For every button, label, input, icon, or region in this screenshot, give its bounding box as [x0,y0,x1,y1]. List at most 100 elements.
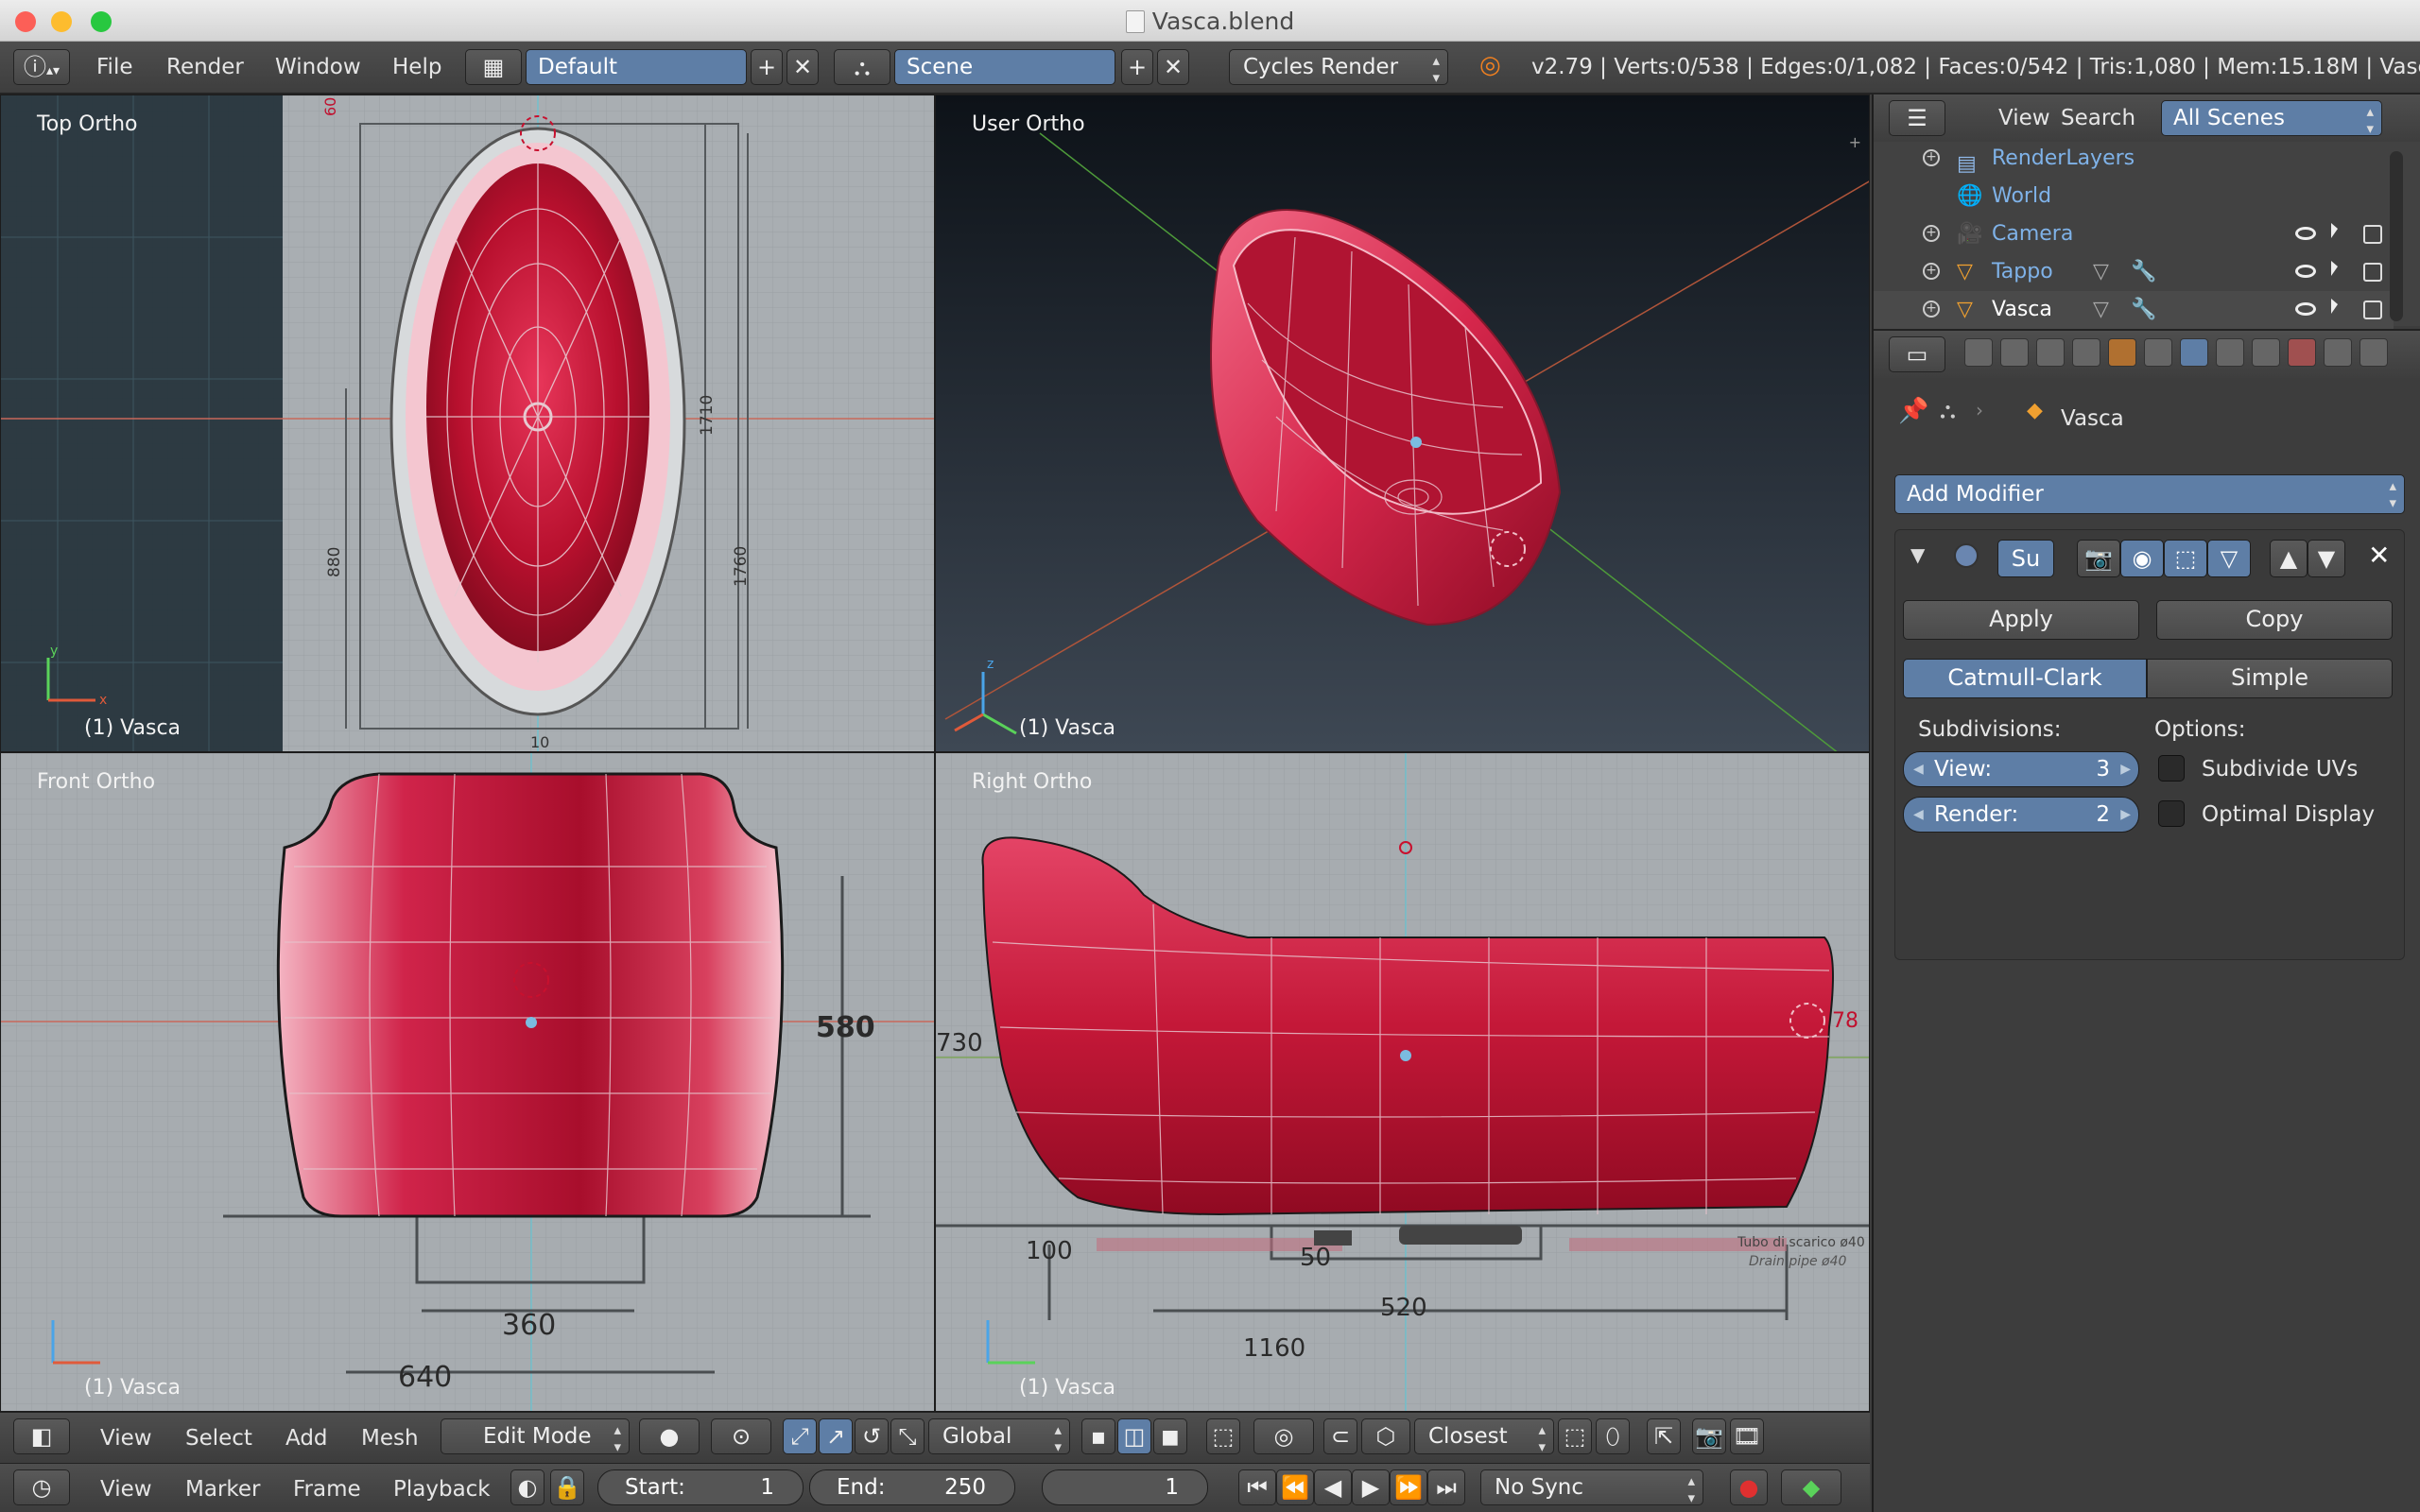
snap-target-dropdown[interactable]: Closest ▴ ▾ [1414,1418,1554,1455]
menu-marker[interactable]: Marker [185,1477,261,1502]
viewport-user-ortho[interactable]: z User Ortho (1) Vasca + [935,94,1870,752]
snap-project-button[interactable]: ⬯ [1596,1418,1630,1454]
copy-modifier-button[interactable]: Copy [2156,600,2393,640]
jump-start-button[interactable]: ⏮ [1238,1469,1276,1505]
move-modifier-down-button[interactable]: ▼ [2308,540,2345,577]
editor-type-timeline-button[interactable]: ◷ [13,1469,70,1505]
modifier-name-field[interactable]: Su [1997,540,2054,577]
expand-icon[interactable]: + [1923,263,1940,280]
expand-icon[interactable]: + [1923,301,1940,318]
material-tab-icon[interactable] [2252,338,2280,367]
vertex-select-button[interactable]: ▪ [1081,1418,1115,1454]
translate-manipulator-button[interactable]: ↗ [819,1418,853,1454]
texture-tab-icon[interactable] [2288,338,2316,367]
rotate-manipulator-button[interactable]: ↺ [855,1418,889,1454]
modifier-viewport-toggle-icon[interactable]: ◉ [2120,540,2164,577]
snap-element-button[interactable]: ⬡ [1361,1418,1410,1454]
expand-icon[interactable]: + [1923,225,1940,242]
pivot-point-button[interactable]: ⊙ [711,1418,771,1454]
editor-type-3dview-button[interactable]: ◧ [13,1418,70,1454]
menu-timeline-view[interactable]: View [100,1477,152,1502]
outliner-item-camera[interactable]: + 🎥 Camera [1874,215,2394,253]
scene-icon-button[interactable]: ⛬ [834,49,890,85]
expand-icon[interactable]: + [1923,149,1940,166]
jump-end-button[interactable]: ⏭ [1427,1469,1465,1505]
optimal-display-checkbox[interactable] [2158,800,2185,827]
editor-type-info-button[interactable]: ⓘ▴▾ [13,49,70,85]
keying-set-button[interactable]: ◆ [1781,1469,1841,1505]
renderable-camera-icon[interactable] [2363,301,2382,319]
play-reverse-button[interactable]: ◀ [1314,1469,1352,1505]
edge-select-button[interactable]: ◫ [1117,1418,1151,1454]
render-layers-tab-icon[interactable] [2000,338,2029,367]
menu-frame[interactable]: Frame [293,1477,361,1502]
render-tab-icon[interactable] [1964,338,1993,367]
layer-toggle-button[interactable]: ⇱ [1647,1418,1681,1454]
viewport-front-ortho[interactable]: 580 360 640 Front Ortho (1) Vasca [0,752,935,1412]
outliner-item-world[interactable]: 🌐 World [1874,178,2394,215]
viewport-split-corner-icon[interactable]: + [1849,133,1861,151]
scale-manipulator-button[interactable]: ⤡ [890,1418,925,1454]
add-scene-button[interactable]: + [1121,49,1153,85]
jump-prev-keyframe-button[interactable]: ⏪ [1276,1469,1314,1505]
menu-view[interactable]: View [100,1426,152,1451]
object-tab-icon[interactable] [2108,338,2136,367]
menu-window[interactable]: Window [275,55,361,79]
data-tab-icon[interactable] [2216,338,2244,367]
render-opengl-button[interactable]: 📷 [1692,1418,1726,1454]
outliner-scrollbar[interactable] [2390,151,2403,321]
screen-layout-icon-button[interactable]: ▦ [465,49,522,85]
play-button[interactable]: ▶ [1352,1469,1390,1505]
menu-select[interactable]: Select [185,1426,252,1451]
outliner-item-tappo[interactable]: + ▽ Tappo ▽ 🔧 [1874,253,2394,291]
simple-toggle[interactable]: Simple [2147,659,2393,698]
transform-orientation-dropdown[interactable]: Global ▴ ▾ [928,1418,1070,1455]
selectable-cursor-icon[interactable] [2331,261,2338,276]
menu-add[interactable]: Add [285,1426,328,1451]
catmull-clark-toggle[interactable]: Catmull-Clark [1903,659,2147,698]
apply-modifier-button[interactable]: Apply [1903,600,2139,640]
subdivide-uvs-checkbox[interactable] [2158,755,2185,782]
lock-frame-range-button[interactable]: 🔒 [550,1469,584,1505]
selectable-cursor-icon[interactable] [2331,223,2338,238]
add-modifier-dropdown[interactable]: Add Modifier ▴ ▾ [1894,474,2405,514]
scene-tab-icon[interactable] [2036,338,2065,367]
selectable-cursor-icon[interactable] [2331,299,2338,314]
view-levels-field[interactable]: ◀ View: 3 ▶ [1903,751,2139,787]
sync-mode-dropdown[interactable]: No Sync ▴ ▾ [1480,1469,1703,1506]
renderable-camera-icon[interactable] [2363,225,2382,244]
visibility-eye-icon[interactable] [2295,227,2316,240]
remove-modifier-button[interactable]: ✕ [2368,540,2390,571]
viewport-right-ortho[interactable]: 730 100 50 520 1160 78 Tubo di scarico ø… [935,752,1870,1412]
outliner-item-renderlayers[interactable]: + ▤ RenderLayers [1874,140,2394,178]
delete-screen-button[interactable]: ✕ [786,49,819,85]
editor-type-outliner-button[interactable]: ☰ [1889,100,1945,136]
face-select-button[interactable]: ◼ [1153,1418,1187,1454]
manipulator-toggle-button[interactable]: ⤢ [783,1418,817,1454]
world-tab-icon[interactable] [2072,338,2100,367]
menu-file[interactable]: File [96,55,133,79]
outliner-menu-view[interactable]: View [1998,106,2050,130]
snap-toggle-button[interactable]: ⊂ [1323,1418,1357,1454]
viewport-shading-button[interactable]: ● [639,1418,700,1454]
outliner-item-vasca[interactable]: + ▽ Vasca ▽ 🔧 [1874,291,2394,329]
menu-playback[interactable]: Playback [393,1477,491,1502]
physics-tab-icon[interactable] [2360,338,2388,367]
screen-layout-field[interactable]: Default [526,49,747,85]
particles-tab-icon[interactable] [2324,338,2352,367]
jump-next-keyframe-button[interactable]: ⏩ [1390,1469,1427,1505]
end-frame-field[interactable]: End: 250 [809,1469,1015,1505]
delete-scene-button[interactable]: ✕ [1157,49,1189,85]
render-animation-button[interactable]: 🎞 [1730,1418,1764,1454]
outliner-display-mode-dropdown[interactable]: All Scenes ▴ ▾ [2161,100,2382,137]
editor-type-properties-button[interactable]: ▭ [1889,336,1945,372]
pin-icon[interactable]: 📌 [1898,397,1928,425]
collapse-arrow-icon[interactable]: ▼ [1910,543,1925,566]
renderable-camera-icon[interactable] [2363,263,2382,282]
scene-field[interactable]: Scene [894,49,1115,85]
render-engine-dropdown[interactable]: Cycles Render ▴ ▾ [1229,49,1448,86]
constraints-tab-icon[interactable] [2144,338,2172,367]
record-button[interactable]: ● [1730,1469,1768,1505]
interaction-mode-dropdown[interactable]: Edit Mode ▴ ▾ [441,1418,630,1455]
visibility-eye-icon[interactable] [2295,265,2316,278]
